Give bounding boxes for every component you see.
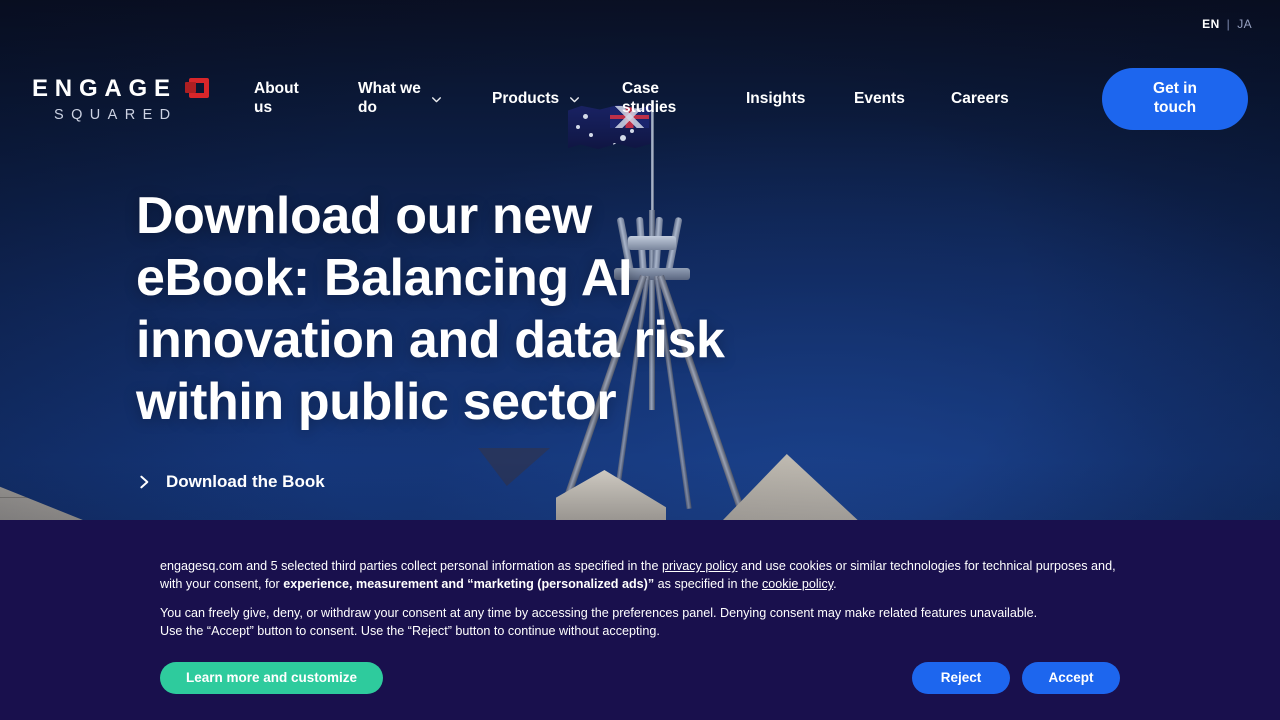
nav-item-products[interactable]: Products (492, 90, 622, 109)
download-link-label: Download the Book (166, 471, 325, 491)
site-header: ENGAGE SQUARED About us What we do Produ… (0, 48, 1280, 150)
nav-item-what-we-do[interactable]: What we do (358, 80, 492, 118)
privacy-policy-link[interactable]: privacy policy (662, 559, 738, 573)
download-the-book-link[interactable]: Download the Book (136, 472, 776, 492)
logo-engage-squared[interactable]: ENGAGE SQUARED (32, 76, 232, 123)
nav-label: Products (492, 89, 560, 107)
cookie-banner-text: engagesq.com and 5 selected third partie… (160, 557, 1120, 641)
cookie-paragraph-primary: engagesq.com and 5 selected third partie… (160, 557, 1120, 594)
nav-item-careers[interactable]: Careers (951, 90, 1041, 109)
learn-more-and-customize-button[interactable]: Learn more and customize (160, 661, 384, 694)
nav-label: Careers (951, 89, 1009, 107)
chevron-right-icon (140, 475, 149, 488)
nav-label: Insights (746, 89, 806, 107)
hero-title: Download our new eBook: Balancing AI inn… (136, 187, 725, 431)
cookie-decision-buttons: Reject Accept (912, 661, 1120, 694)
cookie-text-part-3: as specified in the (654, 577, 762, 592)
logo-square-icon (184, 76, 211, 102)
nav-label: About us (254, 80, 299, 116)
nav-item-events[interactable]: Events (854, 90, 951, 109)
nav-label: Case studies (622, 80, 677, 116)
chevron-down-icon (570, 96, 580, 102)
language-option-ja[interactable]: JA (1237, 17, 1252, 31)
accept-button[interactable]: Accept (1022, 661, 1120, 694)
nav-item-about-us[interactable]: About us (254, 80, 358, 118)
nav-label: Events (854, 89, 905, 107)
chevron-down-icon (431, 96, 441, 102)
cookie-consent-banner: engagesq.com and 5 selected third partie… (0, 520, 1280, 720)
logo-subtitle: SQUARED (54, 106, 178, 123)
nav-label: What we do (358, 80, 421, 116)
logo-wordmark: ENGAGE (32, 74, 177, 102)
language-current-en[interactable]: EN (1202, 17, 1219, 31)
get-in-touch-button[interactable]: Get in touch (1102, 68, 1248, 130)
cookie-text-emphasis: experience, measurement and “marketing (… (283, 577, 655, 592)
language-separator: | (1226, 17, 1231, 31)
cookie-paragraph-consent: You can freely give, deny, or withdraw y… (160, 605, 1038, 620)
hero-content: Download our new eBook: Balancing AI inn… (136, 186, 776, 492)
cookie-policy-link[interactable]: cookie policy (762, 577, 833, 591)
cookie-banner-actions: Learn more and customize Reject Accept (160, 661, 1120, 694)
nav-item-insights[interactable]: Insights (746, 90, 854, 109)
top-utility-bar: EN | JA (0, 0, 1280, 48)
primary-navigation: About us What we do Products Case studie… (254, 80, 1102, 118)
cookie-text-part-1: engagesq.com and 5 selected third partie… (160, 559, 662, 573)
cookie-text-part-4: . (833, 577, 837, 592)
language-switcher[interactable]: EN | JA (1202, 17, 1252, 31)
cookie-paragraph-buttons: Use the “Accept” button to consent. Use … (160, 624, 660, 639)
reject-button[interactable]: Reject (912, 661, 1010, 694)
nav-item-case-studies[interactable]: Case studies (622, 80, 746, 118)
